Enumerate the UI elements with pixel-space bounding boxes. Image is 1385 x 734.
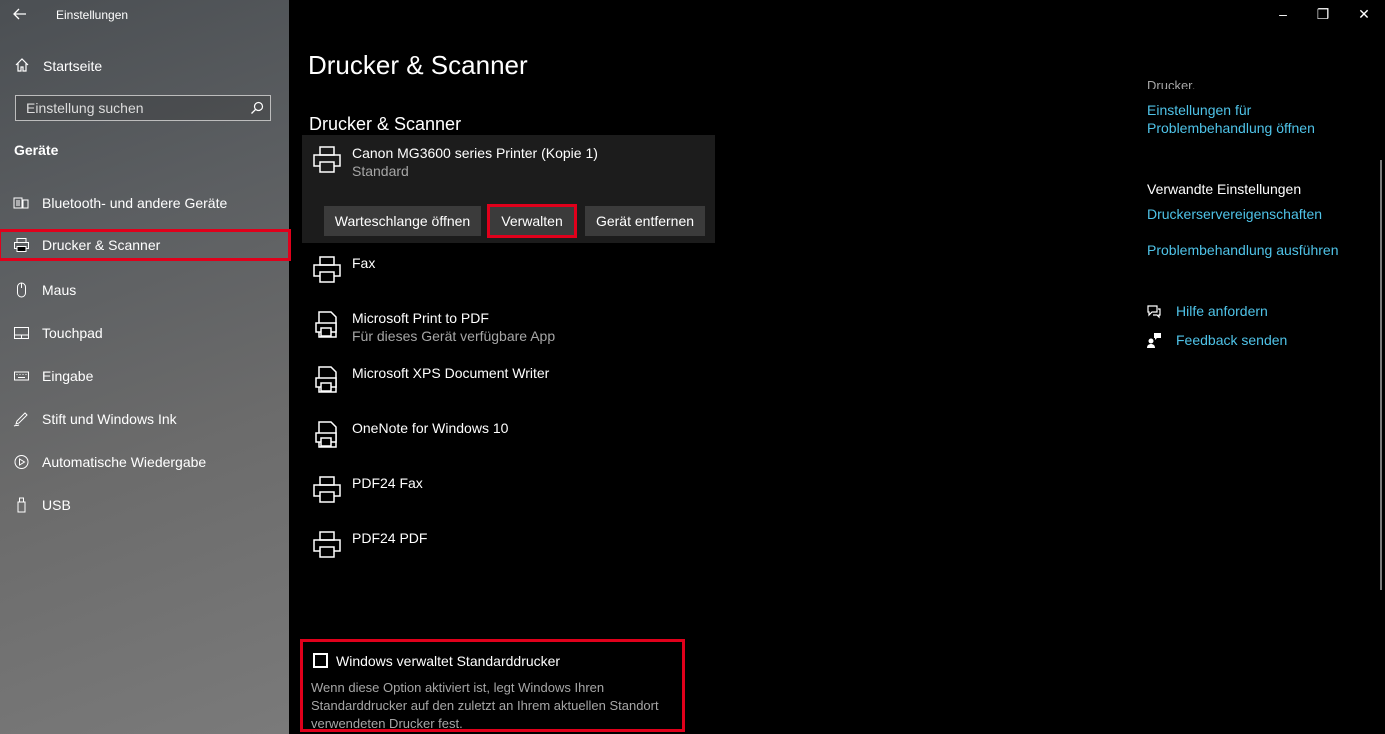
remove-device-button[interactable]: Gerät entfernen: [585, 206, 705, 236]
autoplay-icon: [13, 454, 30, 470]
restore-button[interactable]: ❐: [1313, 6, 1333, 24]
sidebar-item-label: Automatische Wiedergabe: [42, 454, 207, 470]
sidebar-item-label: Bluetooth- und andere Geräte: [42, 195, 228, 211]
sidebar-item-autoplay[interactable]: Automatische Wiedergabe: [0, 448, 289, 476]
search-box[interactable]: [15, 95, 271, 121]
title-bar: Einstellungen: [0, 0, 289, 30]
related-settings-title: Verwandte Einstellungen: [1147, 181, 1302, 197]
default-printer-description: Wenn diese Option aktiviert ist, legt Wi…: [311, 680, 659, 731]
printer-name: OneNote for Windows 10: [352, 420, 509, 436]
usb-icon: [13, 497, 30, 513]
sidebar-item-usb[interactable]: USB: [0, 491, 289, 519]
sidebar: Einstellungen Startseite Geräte Bluetoot…: [0, 0, 291, 734]
page-title: Drucker & Scanner: [308, 50, 528, 80]
close-button[interactable]: ✕: [1354, 6, 1374, 24]
send-feedback-link[interactable]: Feedback senden: [1176, 332, 1287, 348]
sidebar-item-touchpad[interactable]: Touchpad: [0, 319, 289, 347]
scrollbar[interactable]: [1380, 160, 1382, 590]
sidebar-item-label: Touchpad: [42, 325, 103, 341]
mouse-icon: [13, 282, 30, 298]
default-printer-checkbox-label[interactable]: Windows verwaltet Standarddrucker: [336, 653, 560, 669]
printer-item[interactable]: OneNote for Windows 10: [302, 410, 715, 460]
printer-icon: [13, 237, 30, 253]
printer-icon: [312, 255, 342, 285]
printer-item[interactable]: Microsoft Print to PDF Für dieses Gerät …: [302, 300, 715, 350]
printer-item[interactable]: Microsoft XPS Document Writer: [302, 355, 715, 405]
back-arrow-icon[interactable]: [12, 6, 32, 24]
keyboard-icon: [13, 368, 30, 384]
default-printer-checkbox[interactable]: [313, 653, 328, 668]
printer-name: Fax: [352, 255, 376, 271]
help-icon: [1146, 303, 1162, 319]
sidebar-item-label: Stift und Windows Ink: [42, 411, 177, 427]
printer-name: Microsoft XPS Document Writer: [352, 365, 550, 381]
document-printer-icon: [312, 310, 342, 340]
search-input[interactable]: [16, 96, 261, 120]
printer-icon: [312, 530, 342, 560]
printer-name: Microsoft Print to PDF: [352, 310, 489, 326]
sidebar-item-label: Drucker & Scanner: [42, 237, 161, 253]
bluetooth-devices-icon: [13, 195, 30, 211]
sidebar-item-label: Maus: [42, 282, 77, 298]
feedback-icon: [1146, 332, 1162, 348]
default-printer-option: Windows verwaltet Standarddrucker Wenn d…: [300, 639, 685, 732]
sidebar-item-label: USB: [42, 497, 71, 513]
open-queue-button[interactable]: Warteschlange öffnen: [324, 206, 481, 236]
sidebar-item-mouse[interactable]: Maus: [0, 276, 289, 304]
pen-icon: [13, 411, 30, 427]
section-title: Drucker & Scanner: [309, 114, 462, 134]
document-printer-icon: [312, 420, 342, 450]
document-printer-icon: [312, 365, 342, 395]
printer-status: Für dieses Gerät verfügbare App: [352, 328, 556, 344]
minimize-button[interactable]: –: [1273, 6, 1293, 24]
print-server-properties-link[interactable]: Druckerservereigenschaften: [1147, 206, 1322, 222]
printer-icon: [312, 475, 342, 505]
sidebar-item-printers[interactable]: Drucker & Scanner: [0, 229, 291, 261]
app-title: Einstellungen: [56, 8, 129, 22]
home-label: Startseite: [43, 58, 103, 74]
printer-item[interactable]: Fax: [302, 245, 715, 295]
printer-name: Canon MG3600 series Printer (Kopie 1): [352, 145, 598, 161]
run-troubleshooter-link[interactable]: Problembehandlung ausführen: [1147, 242, 1338, 258]
home-icon: [14, 57, 30, 73]
sidebar-item-typing[interactable]: Eingabe: [0, 362, 289, 390]
truncated-text: Drucker.: [1147, 79, 1196, 89]
sidebar-item-label: Eingabe: [42, 368, 94, 384]
printer-item[interactable]: PDF24 PDF: [302, 520, 715, 570]
sidebar-item-bluetooth[interactable]: Bluetooth- und andere Geräte: [0, 189, 289, 217]
section-title-devices: Geräte: [14, 142, 59, 158]
printer-name: PDF24 Fax: [352, 475, 423, 491]
sidebar-item-pen[interactable]: Stift und Windows Ink: [0, 405, 289, 433]
search-icon[interactable]: [250, 101, 264, 115]
printer-item[interactable]: PDF24 Fax: [302, 465, 715, 515]
printer-status: Standard: [352, 163, 409, 179]
printer-name: PDF24 PDF: [352, 530, 428, 546]
touchpad-icon: [13, 325, 30, 341]
troubleshoot-settings-link[interactable]: Einstellungen für Problembehandlung öffn…: [1147, 101, 1357, 137]
get-help-link[interactable]: Hilfe anfordern: [1176, 303, 1268, 319]
manage-button[interactable]: Verwalten: [487, 204, 577, 238]
printer-icon: [312, 145, 342, 175]
home-nav-item[interactable]: Startseite: [0, 52, 289, 80]
printer-item-selected[interactable]: Canon MG3600 series Printer (Kopie 1) St…: [302, 135, 715, 185]
